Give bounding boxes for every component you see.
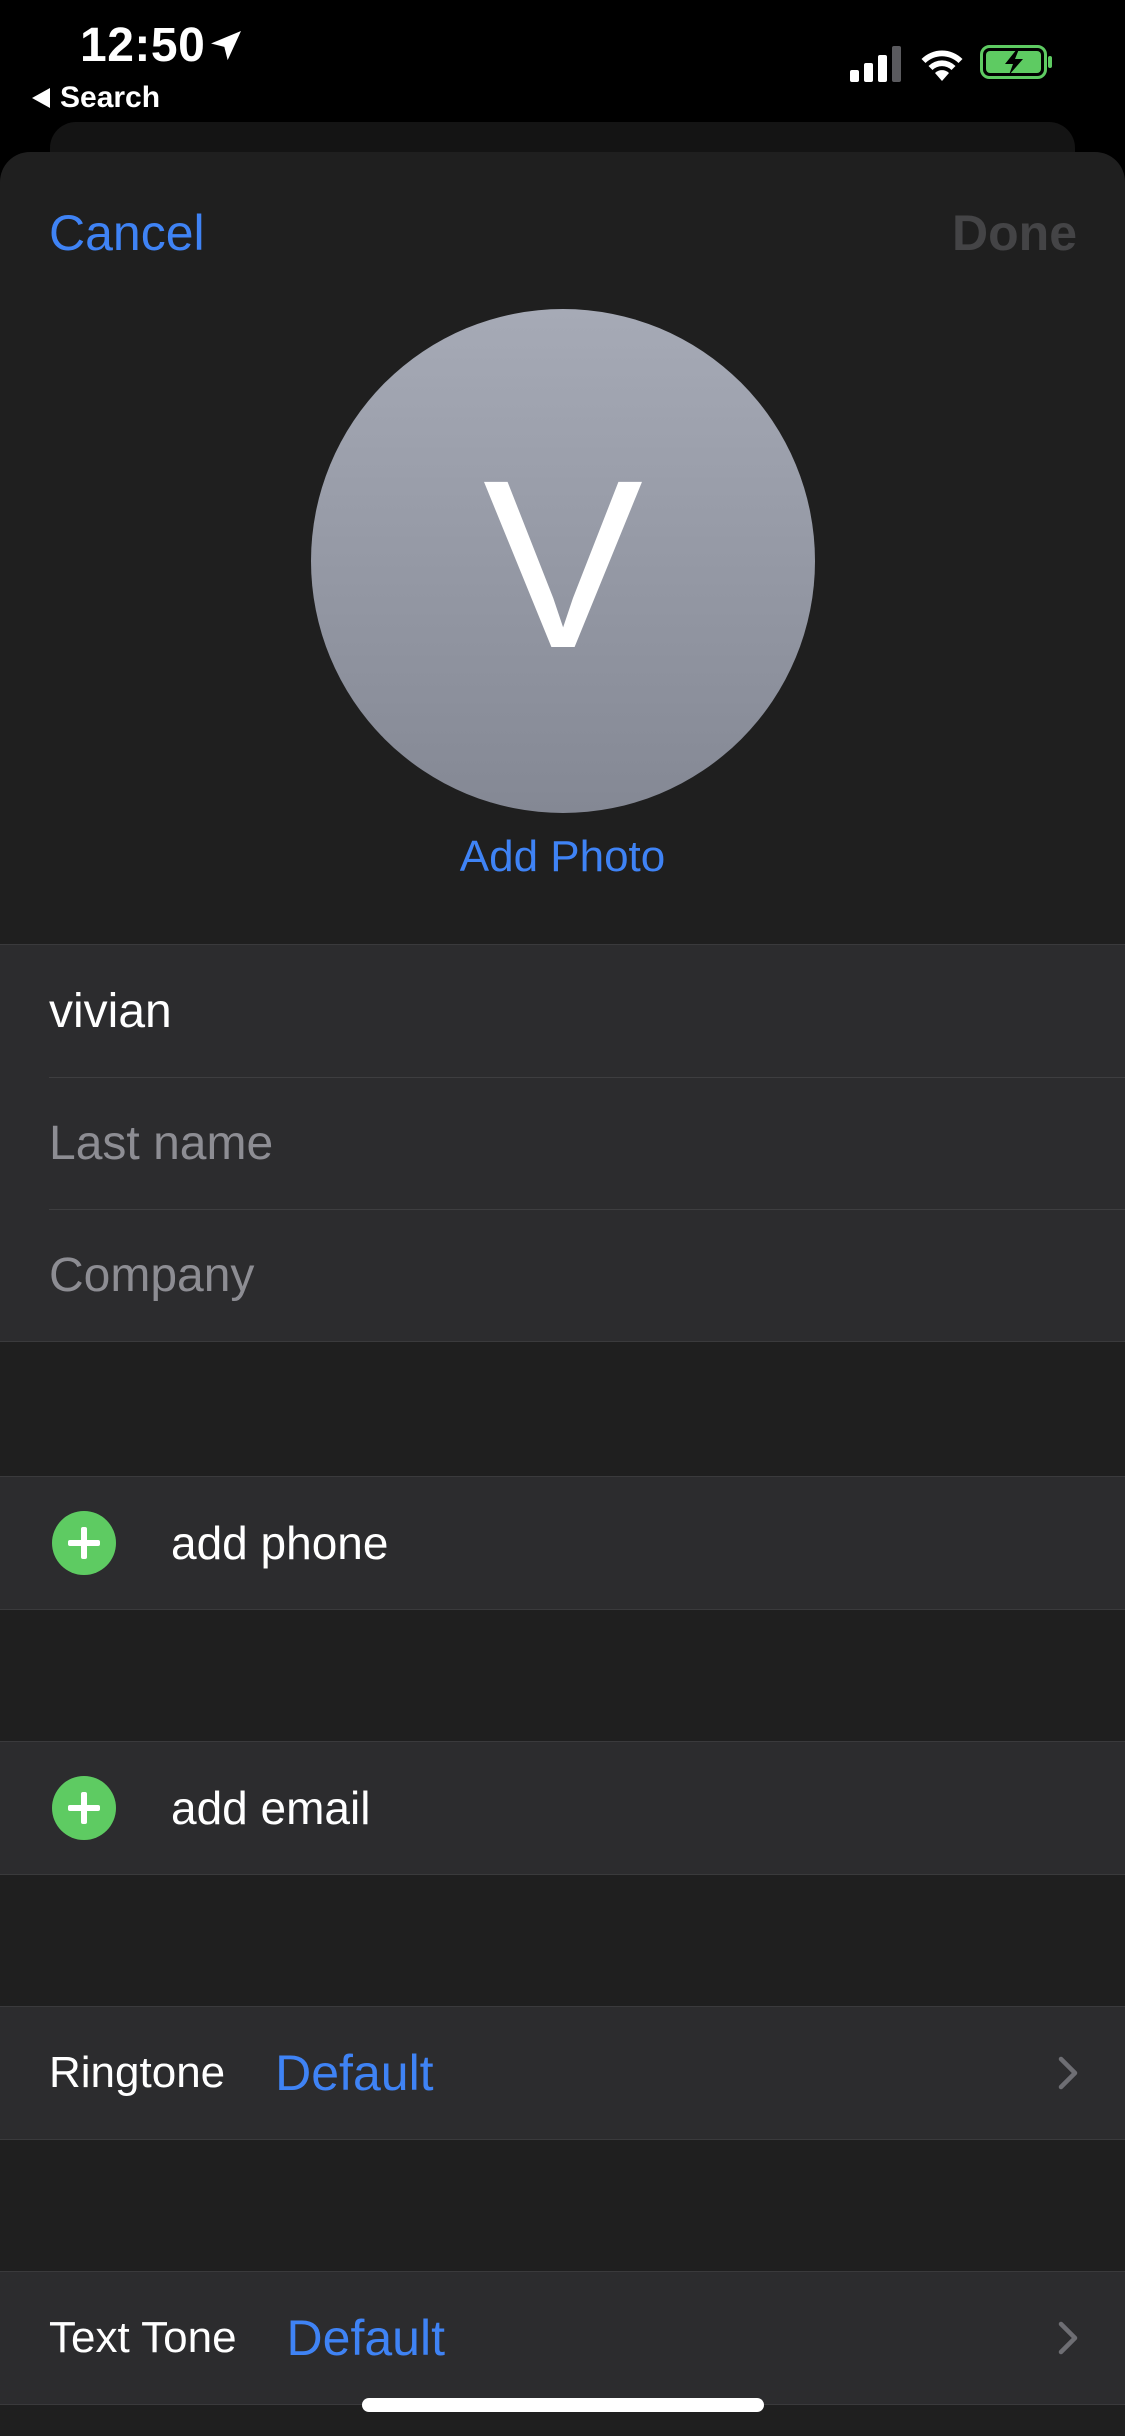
last-name-row [0, 1077, 1125, 1209]
text-tone-row[interactable]: Text Tone Default [0, 2272, 1125, 2404]
cellular-signal-icon [850, 46, 901, 82]
new-contact-sheet: Cancel Done V Add Photo add phone add em… [0, 152, 1125, 2436]
add-photo-button[interactable]: Add Photo [0, 832, 1125, 882]
first-name-field[interactable] [49, 983, 1049, 1039]
add-phone-label: add phone [171, 1517, 389, 1569]
add-phone-plus-icon[interactable] [52, 1511, 116, 1575]
done-button[interactable]: Done [952, 204, 1077, 262]
first-name-row [0, 945, 1125, 1077]
back-to-search-link[interactable]: Search [32, 78, 160, 118]
text-tone-group: Text Tone Default [0, 2271, 1125, 2405]
battery-charging-icon [980, 45, 1052, 79]
chevron-right-icon [1058, 2056, 1078, 2090]
company-row [0, 1209, 1125, 1341]
avatar-initial: V [482, 430, 644, 698]
location-arrow-icon [211, 31, 241, 61]
chevron-right-icon [1058, 2321, 1078, 2355]
name-fields-group [0, 944, 1125, 1342]
back-link-label: Search [60, 81, 161, 114]
ringtone-group: Ringtone Default [0, 2006, 1125, 2140]
back-triangle-icon [32, 88, 50, 108]
add-email-row[interactable]: add email [0, 1742, 1125, 1874]
status-time: 12:50 [80, 19, 206, 72]
add-email-label: add email [171, 1782, 371, 1834]
cancel-button[interactable]: Cancel [49, 204, 205, 262]
text-tone-value: Default [286, 2310, 445, 2366]
text-tone-label: Text Tone [49, 2313, 237, 2362]
company-field[interactable] [49, 1247, 1049, 1303]
ringtone-label: Ringtone [49, 2048, 226, 2097]
wifi-icon [921, 50, 963, 81]
home-indicator [362, 2398, 764, 2412]
add-phone-row[interactable]: add phone [0, 1477, 1125, 1609]
add-email-plus-icon[interactable] [52, 1776, 116, 1840]
email-group: add email [0, 1741, 1125, 1875]
ringtone-row[interactable]: Ringtone Default [0, 2007, 1125, 2139]
last-name-field[interactable] [49, 1115, 1049, 1171]
ringtone-value: Default [275, 2045, 434, 2101]
avatar[interactable]: V [311, 309, 815, 813]
phone-group: add phone [0, 1476, 1125, 1610]
